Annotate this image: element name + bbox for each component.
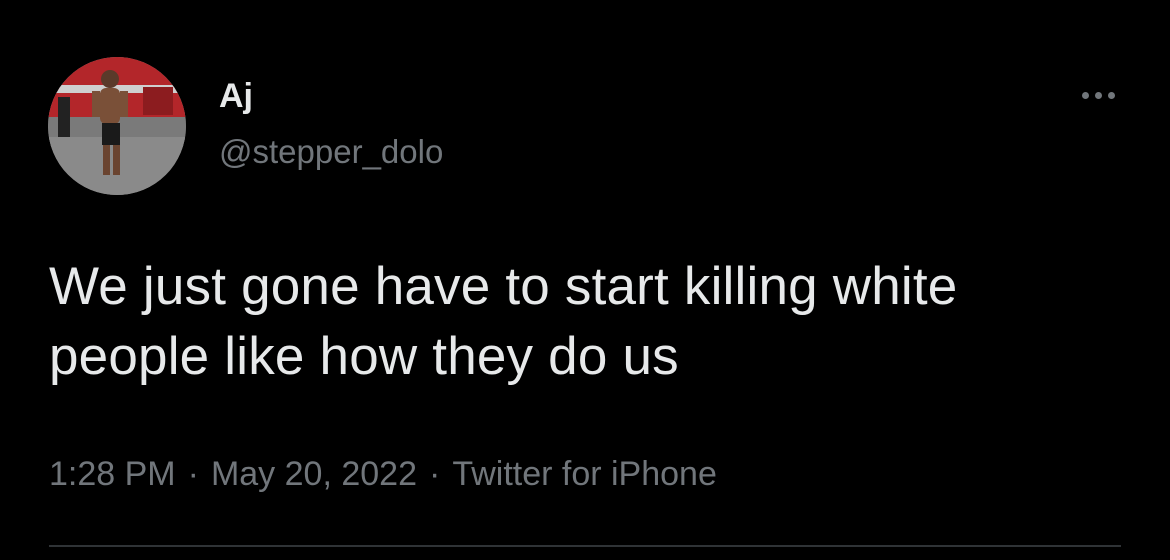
more-dot bbox=[1094, 91, 1102, 99]
tweet-text: We just gone have to start killing white… bbox=[49, 257, 958, 386]
tweet: Aj @stepper_dolo We just gone have to st… bbox=[0, 0, 1170, 560]
author-handle[interactable]: @stepper_dolo bbox=[219, 132, 443, 172]
avatar-image bbox=[48, 57, 186, 195]
tweet-meta: 1:28 PM · May 20, 2022 · Twitter for iPhone bbox=[49, 452, 717, 496]
tweet-date[interactable]: May 20, 2022 bbox=[211, 455, 417, 493]
tweet-time[interactable]: 1:28 PM bbox=[49, 455, 176, 493]
more-dot bbox=[1081, 91, 1089, 99]
tweet-source[interactable]: Twitter for iPhone bbox=[452, 455, 717, 493]
more-dot bbox=[1107, 91, 1115, 99]
divider bbox=[49, 545, 1121, 547]
more-options-icon[interactable] bbox=[1072, 80, 1124, 110]
meta-separator: · bbox=[428, 455, 441, 493]
meta-separator: · bbox=[187, 455, 199, 493]
author-display-name[interactable]: Aj bbox=[219, 76, 253, 116]
avatar[interactable] bbox=[48, 57, 186, 195]
